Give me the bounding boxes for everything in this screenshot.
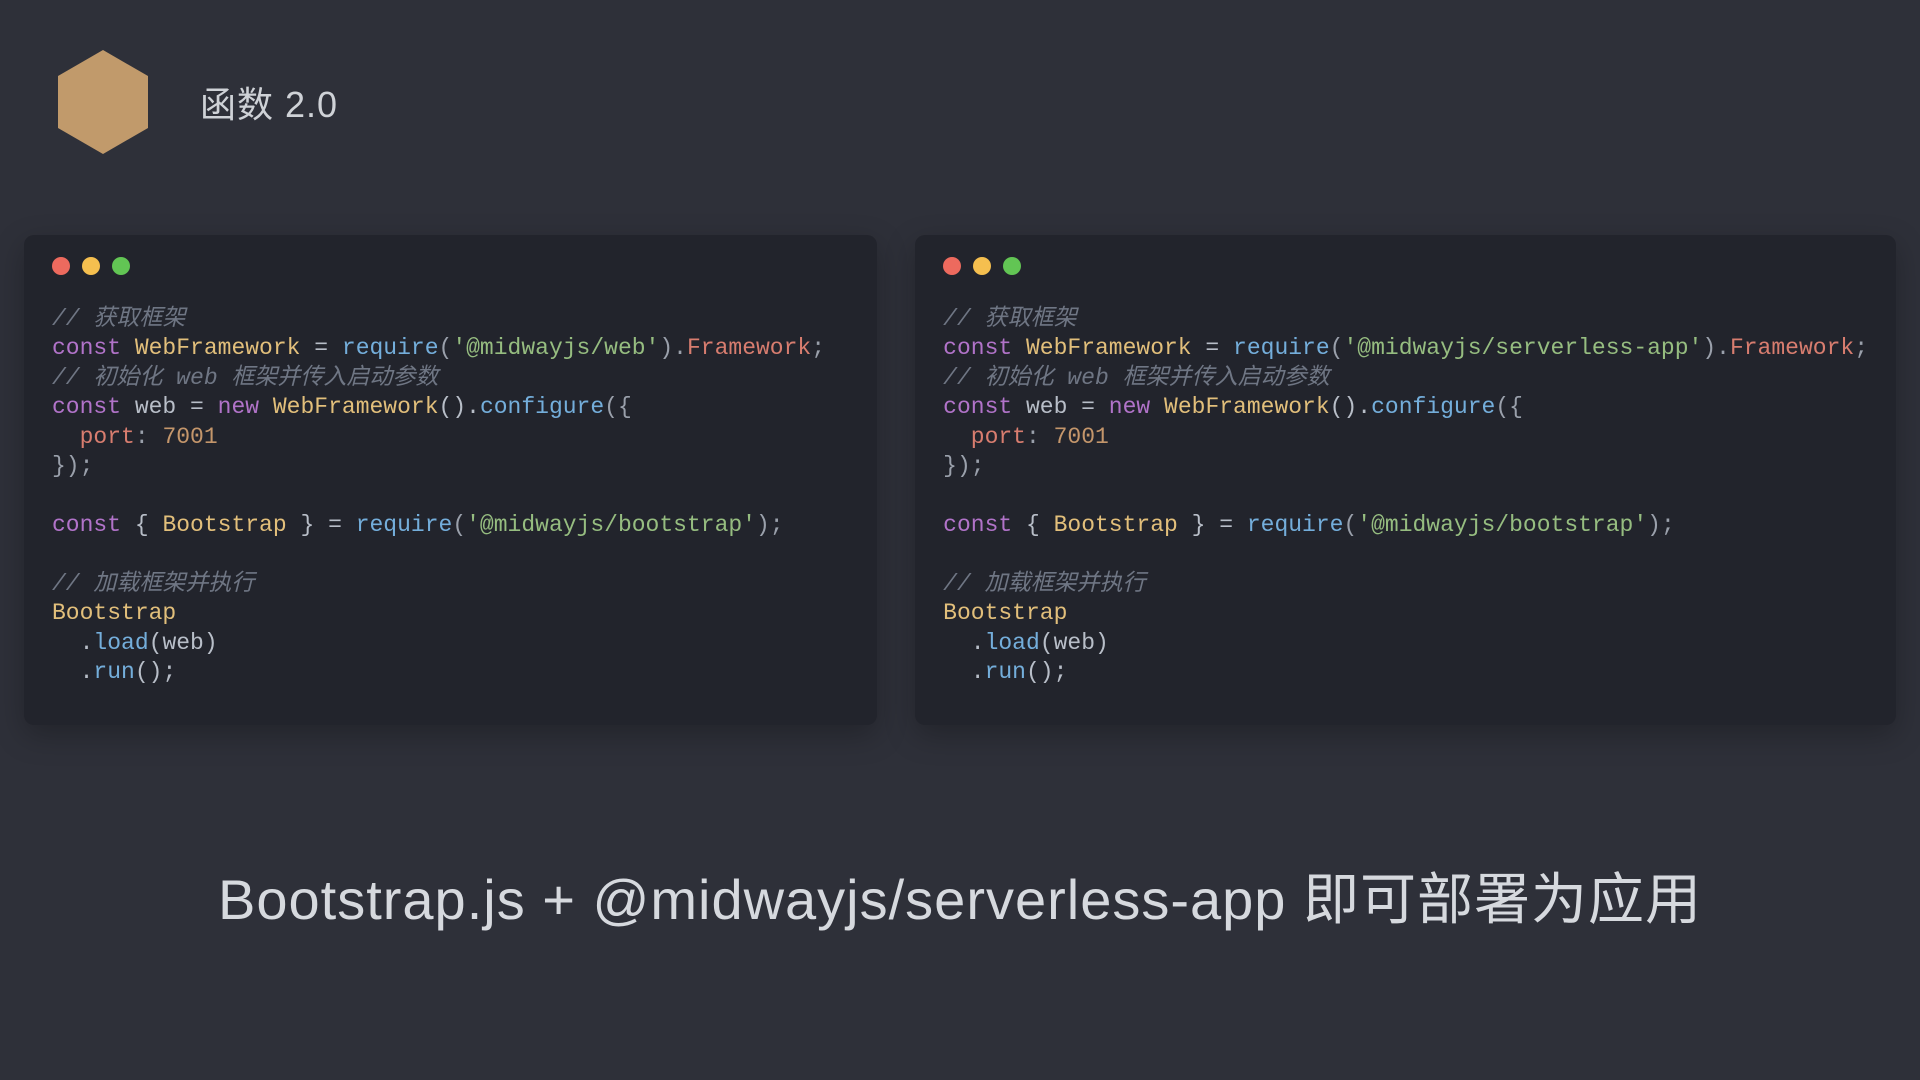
code-keyword: new xyxy=(218,394,259,420)
code-call: run xyxy=(93,659,134,685)
code-call: load xyxy=(985,630,1040,656)
code-call: require xyxy=(1233,335,1330,361)
code-call: configure xyxy=(1371,394,1495,420)
slide-header: 函数 2.0 xyxy=(58,50,338,154)
hexagon-icon xyxy=(58,50,148,154)
code-number: 7001 xyxy=(162,424,217,450)
code-comment: // 初始化 web 框架并传入启动参数 xyxy=(943,365,1329,391)
slide: 函数 2.0 // 获取框架 const WebFramework = requ… xyxy=(0,0,1920,1080)
code-property: Framework xyxy=(687,335,811,361)
code-keyword: new xyxy=(1109,394,1150,420)
code-call: require xyxy=(1247,512,1344,538)
code-identifier: WebFramework xyxy=(1164,394,1330,420)
code-keyword: const xyxy=(943,512,1012,538)
code-comment: // 获取框架 xyxy=(943,306,1076,332)
code-keyword: const xyxy=(52,394,121,420)
code-identifier: WebFramework xyxy=(135,335,301,361)
code-card-left: // 获取框架 const WebFramework = require('@m… xyxy=(24,235,877,725)
code-keyword: const xyxy=(943,335,1012,361)
code-string: '@midwayjs/serverless-app' xyxy=(1343,335,1702,361)
code-identifier: WebFramework xyxy=(273,394,439,420)
close-icon xyxy=(52,257,70,275)
window-traffic-lights xyxy=(52,257,849,275)
code-string: '@midwayjs/bootstrap' xyxy=(1357,512,1647,538)
code-card-right: // 获取框架 const WebFramework = require('@m… xyxy=(915,235,1896,725)
code-identifier: Bootstrap xyxy=(52,600,176,626)
code-call: configure xyxy=(480,394,604,420)
code-property: port xyxy=(943,424,1026,450)
close-icon xyxy=(943,257,961,275)
code-number: 7001 xyxy=(1054,424,1109,450)
zoom-icon xyxy=(1003,257,1021,275)
code-keyword: const xyxy=(52,335,121,361)
code-cards: // 获取框架 const WebFramework = require('@m… xyxy=(24,235,1896,725)
code-comment: // 初始化 web 框架并传入启动参数 xyxy=(52,365,438,391)
code-string: '@midwayjs/bootstrap' xyxy=(466,512,756,538)
zoom-icon xyxy=(112,257,130,275)
code-call: load xyxy=(93,630,148,656)
code-identifier: Bootstrap xyxy=(1054,512,1178,538)
code-keyword: const xyxy=(52,512,121,538)
window-traffic-lights xyxy=(943,257,1868,275)
code-comment: // 加载框架并执行 xyxy=(52,571,254,597)
code-identifier: Bootstrap xyxy=(162,512,286,538)
footer-caption: Bootstrap.js + @midwayjs/serverless-app … xyxy=(0,855,1920,936)
code-call: run xyxy=(985,659,1026,685)
code-call: require xyxy=(342,335,439,361)
code-call: require xyxy=(356,512,453,538)
code-property: Framework xyxy=(1730,335,1854,361)
code-string: '@midwayjs/web' xyxy=(452,335,659,361)
code-block-left: // 获取框架 const WebFramework = require('@m… xyxy=(52,305,849,688)
code-keyword: const xyxy=(943,394,1012,420)
minimize-icon xyxy=(82,257,100,275)
minimize-icon xyxy=(973,257,991,275)
slide-title: 函数 2.0 xyxy=(200,76,338,128)
code-identifier: WebFramework xyxy=(1026,335,1192,361)
slide-footer: Bootstrap.js + @midwayjs/serverless-app … xyxy=(0,855,1920,936)
code-comment: // 获取框架 xyxy=(52,306,185,332)
code-property: port xyxy=(52,424,135,450)
code-comment: // 加载框架并执行 xyxy=(943,571,1145,597)
code-block-right: // 获取框架 const WebFramework = require('@m… xyxy=(943,305,1868,688)
code-identifier: Bootstrap xyxy=(943,600,1067,626)
